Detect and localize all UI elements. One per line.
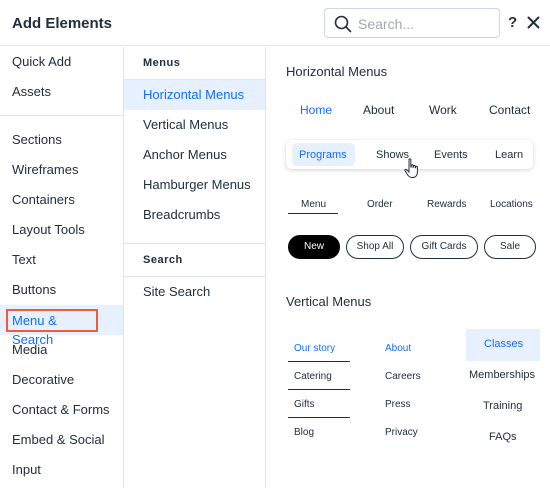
vmenu1-item: Our story	[294, 343, 336, 354]
category-text[interactable]: Text	[0, 245, 123, 275]
menu1-item: Contact	[489, 103, 531, 117]
menus-section-header: Menus	[124, 47, 265, 80]
vmenu1-divider	[288, 417, 350, 418]
menu1-item: Home	[300, 103, 333, 117]
category-menu-search[interactable]: Menu & Search	[0, 305, 123, 347]
category-quick-add[interactable]: Quick Add	[0, 47, 123, 77]
subcategory-vertical-menus[interactable]: Vertical Menus	[124, 110, 265, 140]
vmenu1-divider	[288, 389, 350, 390]
menu4-item: New	[288, 235, 340, 259]
pointer-cursor-icon	[404, 158, 418, 178]
category-divider	[0, 115, 123, 116]
category-wireframes[interactable]: Wireframes	[0, 155, 123, 185]
panel-header: Add Elements Search... ?	[0, 0, 550, 46]
preview-area: Horizontal Menus Home About Work Contact…	[266, 47, 550, 488]
menu4-item: Shop All	[346, 235, 404, 259]
vmenu1-item: Catering	[294, 371, 332, 382]
category-menu-search-label: Menu & Search	[6, 309, 98, 347]
search-icon	[334, 15, 352, 33]
subcategory-anchor-menus[interactable]: Anchor Menus	[124, 140, 265, 170]
vmenu1-divider	[288, 361, 350, 362]
category-assets[interactable]: Assets	[0, 77, 123, 107]
close-icon[interactable]	[527, 16, 540, 29]
menu1-item: About	[363, 103, 395, 117]
vmenu2-item: Careers	[385, 371, 421, 382]
category-buttons[interactable]: Buttons	[0, 275, 123, 305]
subcategory-horizontal-menus[interactable]: Horizontal Menus	[124, 80, 265, 110]
menu4-item: Sale	[484, 235, 536, 259]
vmenu1-item: Blog	[294, 427, 315, 438]
category-contact-forms[interactable]: Contact & Forms	[0, 395, 123, 425]
vertical-menus-heading: Vertical Menus	[286, 294, 372, 309]
menu3-item: Locations	[490, 199, 533, 210]
search-input[interactable]: Search...	[324, 8, 500, 38]
vmenu2-item: Press	[385, 399, 411, 410]
category-sections[interactable]: Sections	[0, 125, 123, 155]
menu4-item: Gift Cards	[410, 235, 478, 259]
menu3-item: Order	[367, 199, 393, 210]
vmenu3-item: FAQs	[489, 431, 517, 443]
category-media[interactable]: Media	[0, 335, 123, 365]
category-embed-social[interactable]: Embed & Social	[0, 425, 123, 455]
menu3-underline	[288, 213, 338, 214]
help-button[interactable]: ?	[508, 14, 517, 31]
subcategory-list: Menus Horizontal Menus Vertical Menus An…	[124, 47, 266, 488]
subcategory-breadcrumbs[interactable]: Breadcrumbs	[124, 200, 265, 230]
panel-title: Add Elements	[12, 15, 113, 32]
category-decorative[interactable]: Decorative	[0, 365, 123, 395]
vmenu2-item: About	[385, 343, 412, 354]
vmenu3-item: Classes	[484, 338, 524, 350]
menu2-item: Events	[434, 149, 468, 161]
menu2-item: Programs	[299, 149, 347, 161]
category-layout-tools[interactable]: Layout Tools	[0, 215, 123, 245]
subcategory-site-search[interactable]: Site Search	[124, 277, 265, 307]
category-input[interactable]: Input	[0, 455, 123, 485]
menu3-item: Rewards	[427, 199, 467, 210]
category-containers[interactable]: Containers	[0, 185, 123, 215]
vmenu3-item: Memberships	[469, 369, 536, 381]
menu3-item: Menu	[301, 199, 327, 210]
vmenu3-item: Training	[483, 400, 523, 412]
horizontal-menus-heading: Horizontal Menus	[286, 64, 388, 79]
search-section-header: Search	[124, 244, 265, 277]
subcategory-hamburger-menus[interactable]: Hamburger Menus	[124, 170, 265, 200]
vmenu2-item: Privacy	[385, 427, 418, 438]
menu1-item: Work	[429, 103, 457, 117]
menu2-item: Learn	[495, 149, 524, 161]
search-placeholder: Search...	[358, 16, 415, 32]
category-list: Quick Add Assets Sections Wireframes Con…	[0, 47, 124, 488]
vmenu1-item: Gifts	[294, 399, 315, 410]
